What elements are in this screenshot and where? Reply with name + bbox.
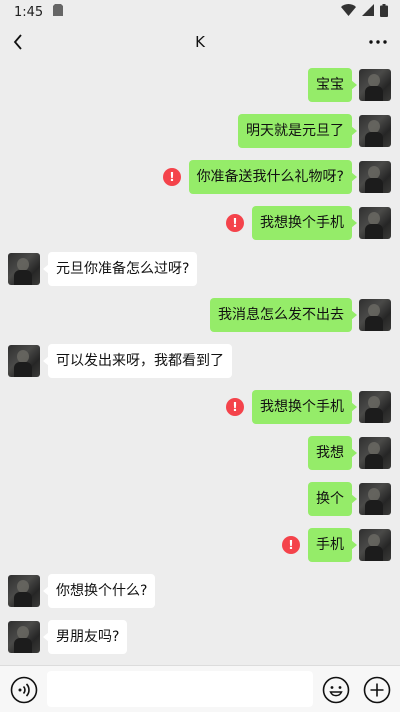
message-bubble[interactable]: 宝宝 — [308, 68, 357, 102]
message-input[interactable] — [47, 671, 313, 707]
plus-button[interactable] — [363, 676, 391, 704]
plus-icon — [363, 676, 391, 704]
message-bubble[interactable]: 手机 — [308, 528, 357, 562]
exclamation-icon[interactable]: ! — [226, 398, 244, 416]
message-bubble[interactable]: 换个 — [308, 482, 357, 516]
message-bubble[interactable]: 男朋友吗? — [42, 620, 128, 654]
signal-icon — [362, 4, 374, 20]
message-bubble[interactable]: 明天就是元旦了 — [238, 114, 357, 148]
message-row-outgoing: 我想换个手机! — [0, 390, 400, 424]
avatar[interactable] — [359, 483, 391, 515]
emoji-icon — [322, 676, 350, 704]
voice-icon — [10, 676, 38, 704]
message-row-outgoing: 明天就是元旦了 — [0, 114, 400, 148]
status-bar: 1:45 — [0, 0, 400, 24]
message-row-incoming: 元旦你准备怎么过呀? — [0, 252, 400, 286]
chat-title: K — [195, 33, 205, 51]
avatar[interactable] — [359, 161, 391, 193]
avatar[interactable] — [359, 115, 391, 147]
battery-icon — [380, 3, 388, 21]
message-row-outgoing: 宝宝 — [0, 68, 400, 102]
sd-card-icon — [53, 4, 64, 20]
voice-button[interactable] — [10, 676, 38, 704]
chat-header: K — [0, 24, 400, 60]
message-bubble[interactable]: 你想换个什么? — [42, 574, 156, 608]
avatar[interactable] — [359, 391, 391, 423]
avatar[interactable] — [8, 345, 40, 377]
message-row-outgoing: 换个 — [0, 482, 400, 516]
wifi-icon — [341, 4, 356, 20]
avatar[interactable] — [8, 621, 40, 653]
avatar[interactable] — [359, 437, 391, 469]
message-bubble[interactable]: 可以发出来呀，我都看到了 — [43, 344, 232, 378]
message-row-incoming: 你想换个什么? — [0, 574, 400, 608]
avatar[interactable] — [359, 299, 391, 331]
status-time: 1:45 — [14, 4, 44, 20]
avatar[interactable] — [8, 253, 40, 285]
back-button[interactable] — [6, 30, 30, 54]
message-list[interactable]: 宝宝 明天就是元旦了 你准备送我什么礼物呀?! 我想换个手机! 元旦你准备怎么过呀? 我消… — [0, 60, 400, 665]
avatar[interactable] — [359, 207, 391, 239]
message-bubble[interactable]: 我想换个手机 — [252, 206, 357, 240]
message-row-incoming: 男朋友吗? — [0, 620, 400, 654]
input-bar — [0, 665, 400, 712]
avatar[interactable] — [359, 69, 391, 101]
avatar[interactable] — [359, 529, 391, 561]
more-icon — [369, 40, 387, 44]
emoji-button[interactable] — [322, 676, 350, 704]
message-bubble[interactable]: 元旦你准备怎么过呀? — [42, 252, 198, 286]
message-bubble[interactable]: 我想换个手机 — [252, 390, 357, 424]
chevron-left-icon — [13, 34, 22, 50]
exclamation-icon[interactable]: ! — [226, 214, 244, 232]
message-row-incoming: 可以发出来呀，我都看到了 — [0, 344, 400, 378]
status-indicators — [341, 3, 388, 21]
exclamation-icon[interactable]: ! — [163, 168, 181, 186]
more-button[interactable] — [366, 30, 390, 54]
message-row-outgoing: 你准备送我什么礼物呀?! — [0, 160, 400, 194]
avatar[interactable] — [8, 575, 40, 607]
message-row-outgoing: 手机! — [0, 528, 400, 562]
message-row-outgoing: 我想换个手机! — [0, 206, 400, 240]
message-bubble[interactable]: 我消息怎么发不出去 — [210, 298, 357, 332]
message-row-outgoing: 我消息怎么发不出去 — [0, 298, 400, 332]
exclamation-icon[interactable]: ! — [282, 536, 300, 554]
message-bubble[interactable]: 你准备送我什么礼物呀? — [188, 160, 358, 194]
message-row-outgoing: 我想 — [0, 436, 400, 470]
message-bubble[interactable]: 我想 — [308, 436, 357, 470]
